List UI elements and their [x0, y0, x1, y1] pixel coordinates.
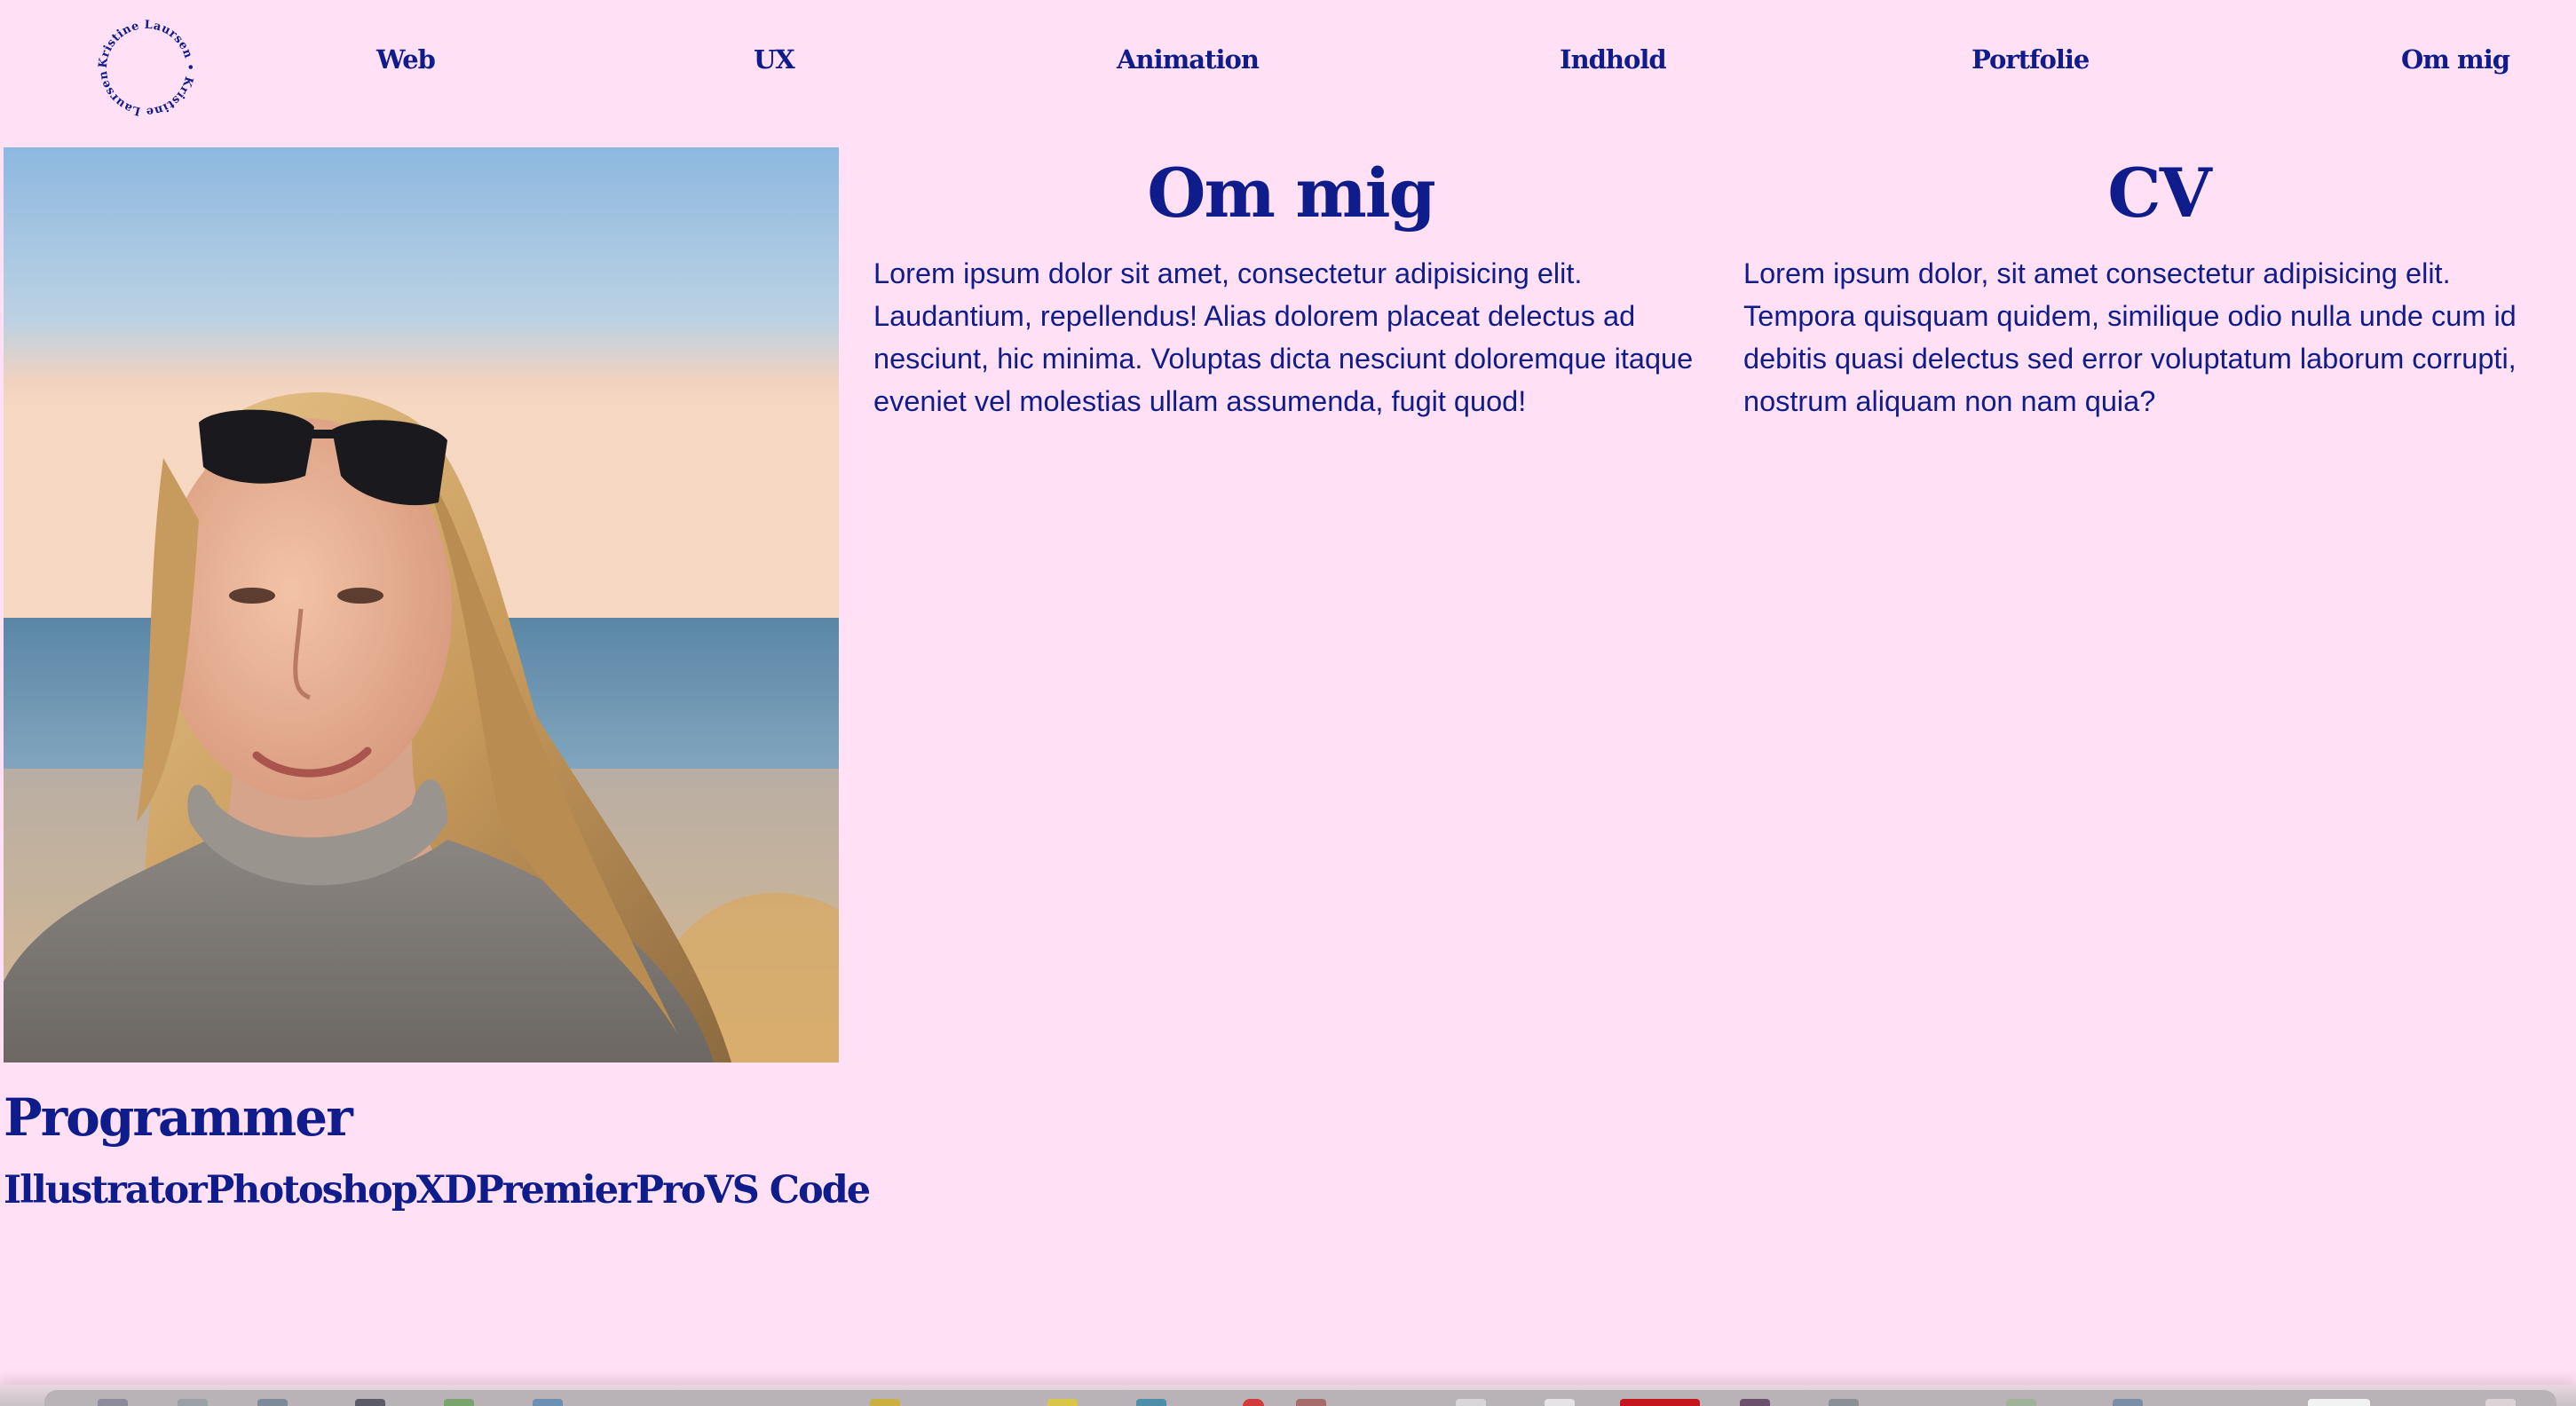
nav-indhold[interactable]: Indhold: [1560, 44, 1667, 75]
cv-text: Lorem ipsum dolor, sit amet consectetur …: [1743, 257, 2517, 417]
program-item: Premier: [475, 1168, 637, 1212]
profile-photo: [4, 147, 839, 1062]
program-item: Illustrator: [4, 1168, 208, 1212]
dock-app-icon[interactable]: [1620, 1399, 1700, 1406]
programs-list: Illustrator Photoshop XD Premier Pro VS …: [4, 1168, 871, 1212]
nav-web[interactable]: Web: [376, 44, 436, 75]
dock-app-icon[interactable]: [355, 1399, 385, 1406]
dock-app-icon[interactable]: [2006, 1399, 2036, 1406]
program-item: Pro: [635, 1168, 707, 1212]
nav-portfolie[interactable]: Portfolie: [1972, 44, 2090, 75]
program-item: Photoshop: [205, 1168, 418, 1212]
dock-app-icon[interactable]: [1545, 1399, 1575, 1406]
circular-text-logo-icon: Kristine Laursen • Kristine Laursen •: [89, 11, 196, 118]
program-item: VS Code: [704, 1168, 871, 1212]
logo[interactable]: Kristine Laursen • Kristine Laursen •: [89, 11, 204, 126]
dock-app-icon[interactable]: [2485, 1399, 2516, 1406]
dock-app-icon[interactable]: [2113, 1399, 2143, 1406]
dock-app-icon[interactable]: [2308, 1399, 2370, 1406]
cv-title: CV: [2107, 154, 2211, 233]
nav-om-mig[interactable]: Om mig: [2401, 44, 2510, 75]
dock-app-icon[interactable]: [1829, 1399, 1859, 1406]
dock-app-icon[interactable]: [533, 1399, 563, 1406]
programs-title: Programmer: [4, 1087, 353, 1148]
dock-app-icon[interactable]: [98, 1399, 128, 1406]
dock-app-icon[interactable]: [870, 1399, 900, 1406]
dock-app-icon[interactable]: [178, 1399, 208, 1406]
svg-text:Kristine Laursen • Kristine La: Kristine Laursen • Kristine Laursen •: [89, 11, 196, 118]
dock-app-icon[interactable]: [1740, 1399, 1770, 1406]
about-text: Lorem ipsum dolor sit amet, consectetur …: [873, 257, 1694, 417]
dock-app-icon[interactable]: [1243, 1399, 1264, 1406]
dock-app-icon[interactable]: [1136, 1399, 1166, 1406]
nav-ux[interactable]: UX: [754, 44, 795, 75]
program-item: XD: [415, 1168, 478, 1212]
dock-app-icon[interactable]: [1456, 1399, 1486, 1406]
dock-app-icon[interactable]: [257, 1399, 288, 1406]
nav-animation[interactable]: Animation: [1117, 44, 1260, 75]
logo-ring-text: Kristine Laursen • Kristine Laursen •: [89, 11, 196, 118]
dock-app-icon[interactable]: [1047, 1399, 1078, 1406]
about-title: Om mig: [1147, 154, 1436, 233]
dock-app-icon[interactable]: [1296, 1399, 1326, 1406]
dock-app-icon[interactable]: [444, 1399, 474, 1406]
